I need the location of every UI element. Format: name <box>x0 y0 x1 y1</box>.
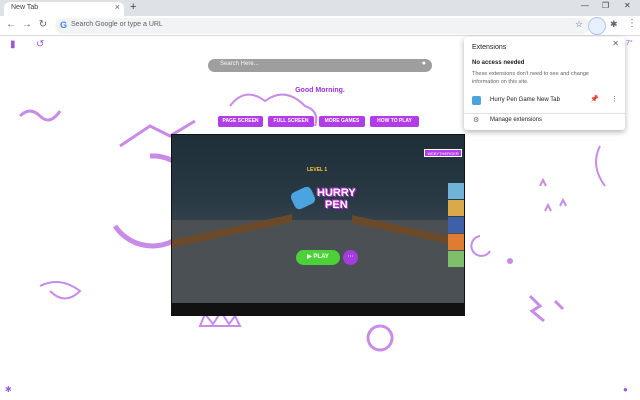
extension-magnifier-icon[interactable] <box>588 17 606 35</box>
extensions-popup: Extensions ✕ No access needed These exte… <box>464 37 625 130</box>
extension-item[interactable]: Hurry Pen Game New Tab 📌 ⋮ <box>464 95 625 109</box>
popup-divider <box>464 113 625 114</box>
new-tab-button[interactable]: + <box>130 1 136 13</box>
play-label: PLAY <box>313 254 329 260</box>
hurry-pen-extension-icon <box>472 96 481 105</box>
game-menu-button[interactable]: ⋯ <box>343 250 358 265</box>
search-icon[interactable]: ● <box>422 60 426 67</box>
tab-strip: New Tab × + — ❐ ✕ <box>0 0 640 16</box>
game-level: LEVEL 1 <box>307 167 328 173</box>
temperature: 7° <box>626 40 633 47</box>
game-scene: WEBYTHERGER LEVEL 1 HURRY PEN ▶ PLAY ⋯ <box>172 135 464 303</box>
popup-subtitle: No access needed <box>472 60 525 66</box>
more-games-button[interactable]: MORE GAMES <box>319 116 365 127</box>
close-window-icon[interactable]: ✕ <box>624 1 631 10</box>
play-button[interactable]: ▶ PLAY <box>296 250 340 265</box>
thumbnail[interactable] <box>448 234 464 250</box>
forward-icon[interactable]: → <box>21 19 33 30</box>
tab-title: New Tab <box>11 4 39 11</box>
pen-character <box>289 185 317 211</box>
manage-extensions-button[interactable]: ⚙ Manage extensions <box>464 115 625 127</box>
thumbnail[interactable] <box>448 183 464 199</box>
full-screen-button[interactable]: FULL SCREEN <box>268 116 314 127</box>
settings-gear-icon[interactable]: ✱ <box>5 385 12 394</box>
extensions-puzzle-icon[interactable]: ✱ <box>610 19 618 30</box>
menu-kebab-icon[interactable]: ⋮ <box>627 18 637 29</box>
thumbnail[interactable] <box>448 251 464 267</box>
gear-icon: ⚙ <box>473 117 480 124</box>
game-title: HURRY PEN <box>317 187 356 211</box>
game-frame[interactable]: WEBYTHERGER LEVEL 1 HURRY PEN ▶ PLAY ⋯ <box>171 134 465 316</box>
thumbnail[interactable] <box>448 217 464 233</box>
bookmark-star-icon[interactable]: ☆ <box>575 19 583 30</box>
how-to-play-button[interactable]: HOW TO PLAY <box>370 116 419 127</box>
extension-name: Hurry Pen Game New Tab <box>490 97 560 103</box>
back-icon[interactable]: ← <box>5 19 17 30</box>
omnibox[interactable]: G Search Google or type a URL <box>55 18 590 34</box>
google-icon: G <box>60 20 68 30</box>
pin-icon[interactable]: 📌 <box>590 95 599 103</box>
manage-extensions-label: Manage extensions <box>490 117 543 123</box>
game-badge[interactable]: WEBYTHERGER <box>424 149 462 157</box>
reload-icon[interactable]: ↻ <box>37 19 49 30</box>
game-title-line2: PEN <box>325 199 348 211</box>
bottom-right-icon[interactable]: ● <box>623 385 628 394</box>
toolbar: ← → ↻ G Search Google or type a URL ☆ <box>0 16 640 36</box>
game-thumbnails <box>448 183 464 269</box>
omnibox-placeholder: Search Google or type a URL <box>71 21 163 28</box>
popup-close-icon[interactable]: ✕ <box>612 39 619 48</box>
popup-description: These extensions don't need to see and c… <box>472 71 589 85</box>
tab-new-tab[interactable]: New Tab × <box>4 2 124 16</box>
page-search-placeholder: Search Here... <box>220 61 259 67</box>
popup-title: Extensions <box>472 44 507 51</box>
restore-icon[interactable]: ❐ <box>602 1 609 10</box>
page-screen-button[interactable]: PAGE SCREEN <box>218 116 263 127</box>
tab-close-icon[interactable]: × <box>115 2 120 12</box>
minimize-icon[interactable]: — <box>581 1 589 10</box>
page-search-input[interactable]: Search Here... ● <box>208 59 432 72</box>
extension-more-icon[interactable]: ⋮ <box>611 95 618 103</box>
game-title-line1: HURRY <box>317 187 356 199</box>
thumbnail[interactable] <box>448 200 464 216</box>
